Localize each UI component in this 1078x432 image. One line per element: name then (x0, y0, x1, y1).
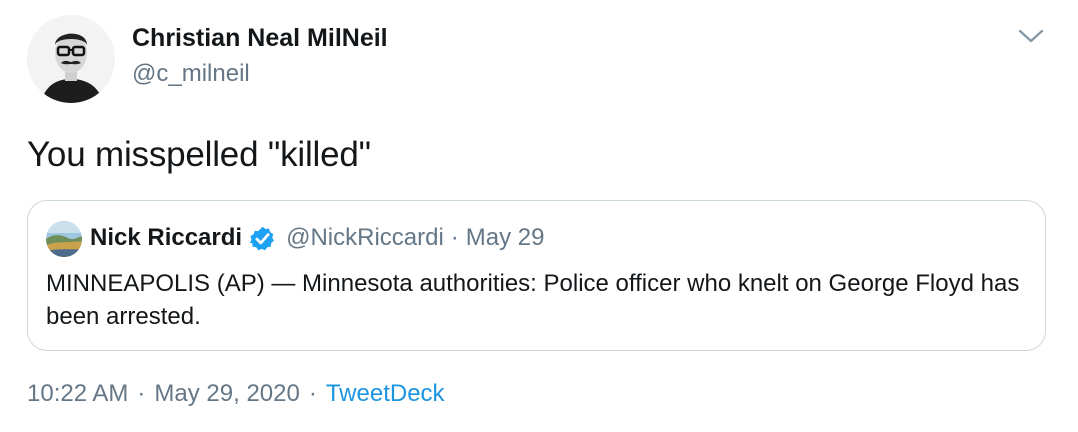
quoted-author-handle: @NickRiccardi (286, 224, 444, 251)
chevron-down-icon[interactable] (1015, 24, 1047, 48)
author-handle[interactable]: @c_milneil (132, 60, 250, 88)
header-separator: · (450, 224, 459, 251)
quoted-author-name: Nick Riccardi (90, 224, 243, 251)
quoted-author-avatar (46, 221, 82, 257)
quoted-tweet-header: Nick Riccardi @NickRiccardi · May 29 (90, 224, 545, 252)
tweet-card: Christian Neal MilNeil @c_milneil You mi… (0, 0, 1078, 432)
author-name[interactable]: Christian Neal MilNeil (132, 24, 388, 53)
person-portrait-icon (27, 15, 115, 103)
tweet-meta: 10:22 AM · May 29, 2020 · TweetDeck (27, 380, 445, 408)
tweet-source-link[interactable]: TweetDeck (326, 380, 445, 408)
author-avatar[interactable] (27, 15, 115, 103)
tweet-date[interactable]: May 29, 2020 (154, 380, 299, 408)
quoted-tweet[interactable]: Nick Riccardi @NickRiccardi · May 29 MIN… (27, 200, 1046, 351)
tweet-time[interactable]: 10:22 AM (27, 380, 128, 408)
quoted-tweet-text: MINNEAPOLIS (AP) — Minnesota authorities… (46, 270, 1020, 330)
quoted-tweet-date: May 29 (465, 224, 545, 251)
tweet-text: You misspelled "killed" (27, 135, 371, 174)
meta-separator: · (137, 380, 146, 407)
meta-separator: · (308, 380, 317, 407)
verified-badge-icon (249, 225, 276, 252)
landscape-avatar-icon (46, 221, 82, 257)
